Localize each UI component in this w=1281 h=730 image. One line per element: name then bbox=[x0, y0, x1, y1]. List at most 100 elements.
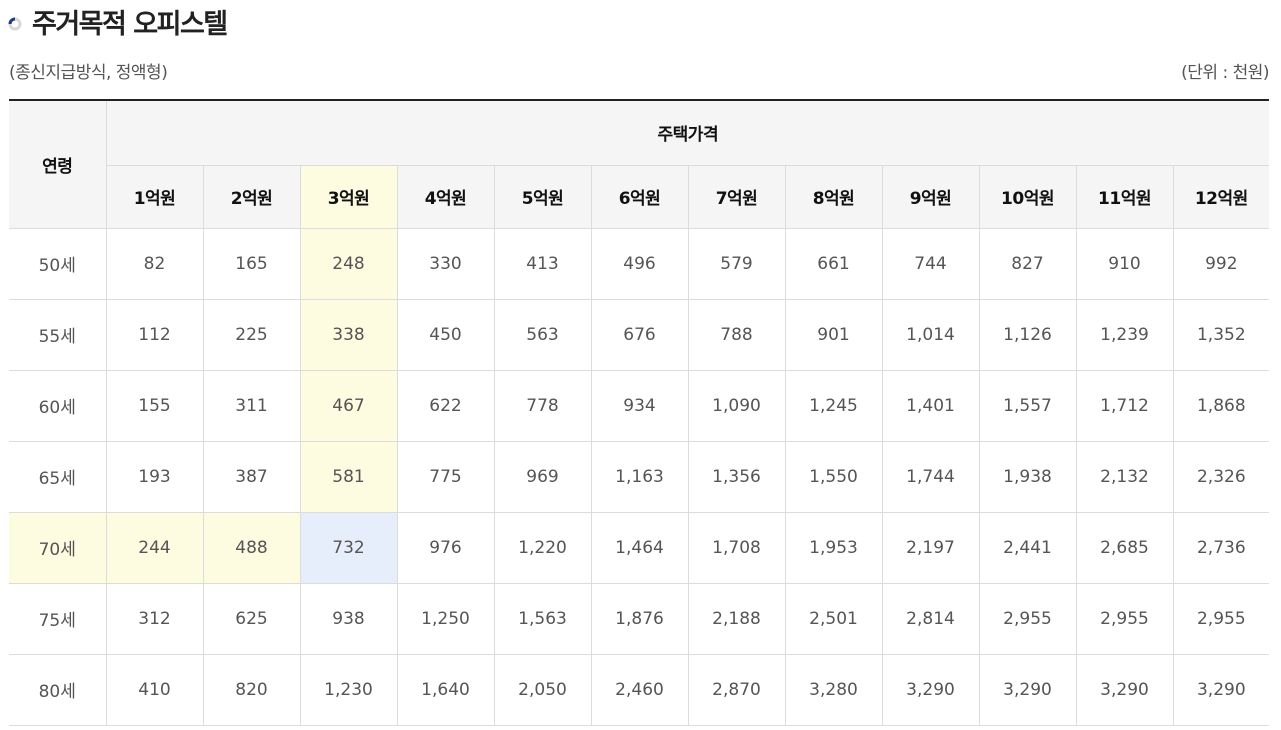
value-cell: 1,876 bbox=[590, 582, 689, 655]
value-cell: 1,563 bbox=[493, 582, 592, 655]
page-title: 주거목적 오피스텔 bbox=[32, 8, 228, 40]
value-cell: 820 bbox=[202, 653, 301, 726]
value-cell: 1,557 bbox=[978, 369, 1077, 442]
value-cell: 1,550 bbox=[784, 440, 883, 513]
value-cell: 112 bbox=[105, 298, 204, 371]
value-cell: 165 bbox=[202, 227, 301, 300]
age-cell: 50세 bbox=[9, 227, 107, 300]
price-header: 주택가격 bbox=[105, 99, 1270, 166]
table-row: 65세 193 387 581 775 969 1,163 1,356 1,550 1,744 1,… bbox=[9, 440, 1270, 513]
value-cell: 976 bbox=[396, 511, 495, 584]
value-cell: 155 bbox=[105, 369, 204, 442]
value-cell: 2,955 bbox=[1075, 582, 1174, 655]
table-row: 70세 244 488 732 976 1,220 1,464 1,708 1,953 2,197… bbox=[9, 511, 1270, 584]
value-cell: 1,090 bbox=[687, 369, 786, 442]
price-column-header: 7억원 bbox=[687, 164, 786, 229]
value-cell: 1,126 bbox=[978, 298, 1077, 371]
price-column-header: 11억원 bbox=[1075, 164, 1174, 229]
value-cell: 467 bbox=[299, 369, 398, 442]
value-cell: 1,401 bbox=[881, 369, 980, 442]
value-cell: 2,814 bbox=[881, 582, 980, 655]
value-cell: 82 bbox=[105, 227, 204, 300]
value-cell: 1,464 bbox=[590, 511, 689, 584]
value-cell: 1,953 bbox=[784, 511, 883, 584]
value-cell: 3,290 bbox=[1075, 653, 1174, 726]
value-cell: 676 bbox=[590, 298, 689, 371]
value-cell: 1,640 bbox=[396, 653, 495, 726]
value-cell: 788 bbox=[687, 298, 786, 371]
value-cell: 778 bbox=[493, 369, 592, 442]
value-cell: 312 bbox=[105, 582, 204, 655]
value-cell: 744 bbox=[881, 227, 980, 300]
value-cell: 3,290 bbox=[978, 653, 1077, 726]
value-cell: 1,230 bbox=[299, 653, 398, 726]
value-cell: 1,220 bbox=[493, 511, 592, 584]
age-cell: 55세 bbox=[9, 298, 107, 371]
value-cell: 2,197 bbox=[881, 511, 980, 584]
table-row: 80세 410 820 1,230 1,640 2,050 2,460 2,870 3,280 3… bbox=[9, 653, 1270, 726]
value-cell: 225 bbox=[202, 298, 301, 371]
age-cell: 80세 bbox=[9, 653, 107, 726]
value-cell: 413 bbox=[493, 227, 592, 300]
value-cell: 1,708 bbox=[687, 511, 786, 584]
value-cell: 311 bbox=[202, 369, 301, 442]
age-cell: 60세 bbox=[9, 369, 107, 442]
price-column-header: 5억원 bbox=[493, 164, 592, 229]
value-cell: 622 bbox=[396, 369, 495, 442]
table-row: 60세 155 311 467 622 778 934 1,090 1,245 1,401 1,55… bbox=[9, 369, 1270, 442]
value-cell: 661 bbox=[784, 227, 883, 300]
value-cell: 775 bbox=[396, 440, 495, 513]
price-column-header: 10억원 bbox=[978, 164, 1077, 229]
value-cell: 2,736 bbox=[1172, 511, 1270, 584]
price-column-header: 9억원 bbox=[881, 164, 980, 229]
value-cell: 1,239 bbox=[1075, 298, 1174, 371]
value-cell: 338 bbox=[299, 298, 398, 371]
value-cell: 910 bbox=[1075, 227, 1174, 300]
price-column-header: 3억원 bbox=[299, 164, 398, 229]
value-cell: 244 bbox=[105, 511, 204, 584]
table-row: 75세 312 625 938 1,250 1,563 1,876 2,188 2,501 2,8… bbox=[9, 582, 1270, 655]
value-cell: 1,744 bbox=[881, 440, 980, 513]
value-cell: 2,955 bbox=[1172, 582, 1270, 655]
circle-bullet-icon bbox=[8, 17, 22, 31]
value-cell: 2,870 bbox=[687, 653, 786, 726]
value-cell: 1,014 bbox=[881, 298, 980, 371]
value-cell: 3,290 bbox=[1172, 653, 1270, 726]
value-cell: 1,712 bbox=[1075, 369, 1174, 442]
value-cell: 579 bbox=[687, 227, 786, 300]
title-row: 주거목적 오피스텔 bbox=[8, 2, 228, 40]
value-cell: 248 bbox=[299, 227, 398, 300]
value-cell: 827 bbox=[978, 227, 1077, 300]
value-cell: 2,685 bbox=[1075, 511, 1174, 584]
value-cell: 938 bbox=[299, 582, 398, 655]
value-cell: 1,868 bbox=[1172, 369, 1270, 442]
pension-table: 연령 주택가격 1억원 2억원 3억원 4억원 5억원 6억원 7억원 8억원 9억원 10억원 1… bbox=[9, 99, 1270, 726]
value-cell: 2,132 bbox=[1075, 440, 1174, 513]
value-cell: 2,460 bbox=[590, 653, 689, 726]
value-cell: 1,938 bbox=[978, 440, 1077, 513]
value-cell: 450 bbox=[396, 298, 495, 371]
value-cell: 625 bbox=[202, 582, 301, 655]
value-cell: 732 bbox=[299, 511, 398, 584]
value-cell: 3,280 bbox=[784, 653, 883, 726]
price-column-header: 12억원 bbox=[1172, 164, 1270, 229]
value-cell: 969 bbox=[493, 440, 592, 513]
value-cell: 992 bbox=[1172, 227, 1270, 300]
value-cell: 3,290 bbox=[881, 653, 980, 726]
value-cell: 934 bbox=[590, 369, 689, 442]
value-cell: 1,245 bbox=[784, 369, 883, 442]
age-header: 연령 bbox=[9, 99, 107, 229]
value-cell: 2,050 bbox=[493, 653, 592, 726]
value-cell: 901 bbox=[784, 298, 883, 371]
value-cell: 330 bbox=[396, 227, 495, 300]
age-cell: 70세 bbox=[9, 511, 107, 584]
sub-row: (종신지급방식, 정액형) (단위 : 천원) bbox=[9, 58, 1269, 83]
price-column-header: 8억원 bbox=[784, 164, 883, 229]
value-cell: 2,441 bbox=[978, 511, 1077, 584]
value-cell: 1,163 bbox=[590, 440, 689, 513]
value-cell: 563 bbox=[493, 298, 592, 371]
age-cell: 65세 bbox=[9, 440, 107, 513]
value-cell: 1,250 bbox=[396, 582, 495, 655]
value-cell: 2,326 bbox=[1172, 440, 1270, 513]
price-column-header: 4억원 bbox=[396, 164, 495, 229]
